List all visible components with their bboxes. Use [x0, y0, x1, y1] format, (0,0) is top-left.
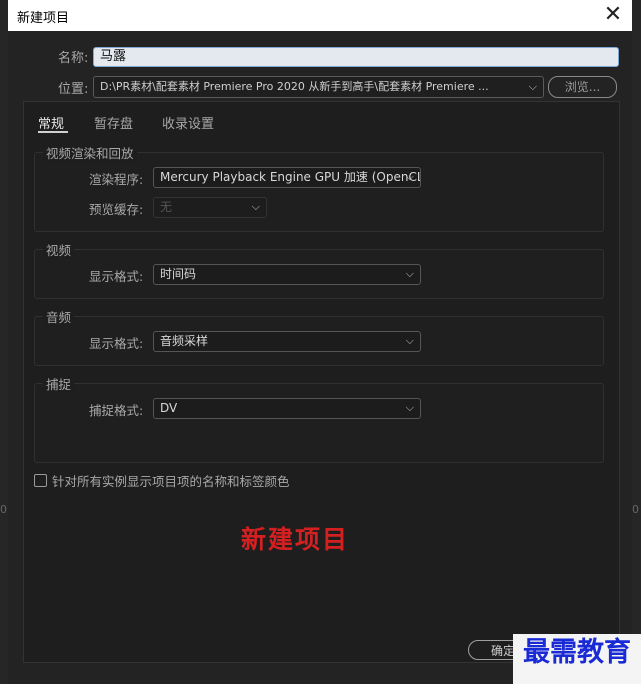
video-format-dropdown[interactable]: 时间码 ⌵ [153, 264, 421, 285]
group-capture: 捕捉 捕捉格式: DV ⌵ [34, 374, 604, 463]
location-dropdown[interactable]: D:\PR素材\配套素材 Premiere Pro 2020 从新手到高手\配套… [93, 76, 544, 98]
audio-format-value: 音频采样 [160, 334, 209, 348]
audio-format-label: 显示格式: [89, 336, 144, 351]
chevron-down-icon: ⌵ [528, 80, 537, 93]
renderer-dropdown[interactable]: Mercury Playback Engine GPU 加速 (OpenCL) … [153, 167, 421, 188]
preview-cache-value: 无 [160, 200, 173, 214]
group-title-audio: 音频 [43, 307, 75, 326]
new-project-dialog: 名称: 马露 位置: D:\PR素材\配套素材 Premiere Pro 202… [8, 31, 632, 684]
audio-format-dropdown[interactable]: 音频采样 ⌵ [153, 331, 421, 352]
capture-format-dropdown[interactable]: DV ⌵ [153, 398, 421, 419]
active-tab-indicator [38, 131, 68, 133]
background-app-right [632, 0, 641, 684]
renderer-label: 渲染程序: [89, 172, 144, 187]
chevron-down-icon: ⌵ [405, 267, 414, 280]
brand-watermark: 最需教育 [513, 634, 641, 684]
chevron-down-icon: ⌵ [405, 170, 414, 183]
location-label: 位置: [58, 82, 89, 97]
capture-format-label: 捕捉格式: [89, 403, 144, 418]
chevron-down-icon: ⌵ [251, 200, 260, 213]
tab-general[interactable]: 常规 [38, 113, 64, 132]
background-fragment-right: 0 [632, 503, 639, 516]
show-labels-checkbox[interactable] [34, 474, 47, 487]
video-format-label: 显示格式: [89, 269, 144, 284]
background-app-left [0, 0, 8, 684]
dialog-title: 新建项目 [17, 11, 70, 26]
project-name-input[interactable]: 马露 [93, 47, 619, 67]
close-button[interactable]: ✕ [600, 2, 626, 28]
chevron-down-icon: ⌵ [405, 334, 414, 347]
tab-scratch-disks[interactable]: 暂存盘 [94, 113, 133, 132]
group-render-playback: 视频渲染和回放 渲染程序: Mercury Playback Engine GP… [34, 143, 604, 232]
background-fragment-left: 0 [0, 503, 7, 516]
group-title-video: 视频 [43, 240, 75, 259]
capture-format-value: DV [160, 401, 178, 415]
group-audio: 音频 显示格式: 音频采样 ⌵ [34, 307, 604, 366]
overlay-caption: 新建项目 [241, 525, 350, 554]
group-title-render: 视频渲染和回放 [43, 143, 137, 162]
show-labels-checkbox-label: 针对所有实例显示项目项的名称和标签颜色 [52, 474, 290, 489]
browse-button[interactable]: 浏览... [548, 76, 617, 98]
settings-panel: 常规 暂存盘 收录设置 视频渲染和回放 渲染程序: Mercury Playba… [23, 101, 620, 663]
video-format-value: 时间码 [160, 267, 197, 281]
tab-ingest-settings[interactable]: 收录设置 [162, 113, 214, 132]
group-title-capture: 捕捉 [43, 374, 75, 393]
name-label: 名称: [58, 51, 89, 66]
dialog-titlebar: 新建项目 ✕ [8, 0, 632, 31]
chevron-down-icon: ⌵ [405, 401, 414, 414]
renderer-value: Mercury Playback Engine GPU 加速 (OpenCL) [160, 170, 421, 184]
preview-cache-label: 预览缓存: [89, 202, 144, 217]
location-value: D:\PR素材\配套素材 Premiere Pro 2020 从新手到高手\配套… [100, 80, 489, 93]
preview-cache-dropdown: 无 ⌵ [153, 197, 267, 218]
group-video: 视频 显示格式: 时间码 ⌵ [34, 240, 604, 299]
